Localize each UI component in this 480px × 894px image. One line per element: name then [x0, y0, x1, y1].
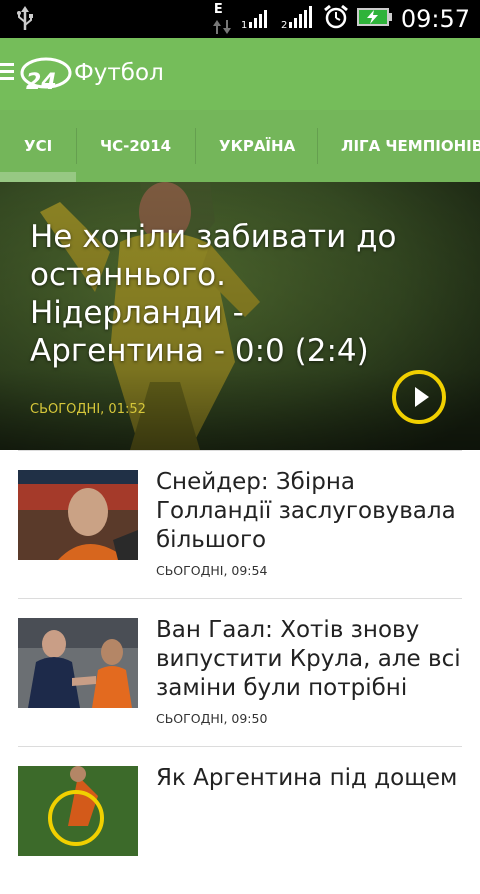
selected-tab-indicator [0, 172, 76, 182]
news-thumbnail [18, 470, 138, 560]
battery-charging-icon [356, 7, 393, 31]
play-video-button[interactable] [392, 370, 446, 424]
tab-divider [317, 128, 318, 164]
usb-icon [14, 6, 36, 36]
network-type-label: E [213, 2, 223, 17]
divider [18, 450, 462, 451]
channel-24-logo[interactable]: 24 [20, 56, 72, 98]
svg-text:2: 2 [281, 20, 287, 28]
news-thumbnail [18, 766, 138, 856]
tab-champions-league[interactable]: ЛІГА ЧЕМПІОНІВ [341, 110, 480, 182]
tab-divider [195, 128, 196, 164]
data-transfer-icon: E [211, 2, 233, 36]
news-headline[interactable]: Ван Гаал: Хотів знову випустити Крула, а… [156, 616, 466, 703]
news-list-item[interactable]: Як Аргентина під дощем [0, 746, 480, 894]
news-timestamp: СЬОГОДНІ, 09:50 [156, 711, 268, 726]
alarm-clock-icon [323, 4, 349, 34]
svg-text:1: 1 [241, 20, 247, 28]
tab-ukraine[interactable]: УКРАЇНА [219, 110, 295, 182]
news-headline[interactable]: Снейдер: Збірна Голландії заслуговувала … [156, 468, 466, 555]
logo-text: 24 [26, 70, 57, 94]
tab-divider [76, 128, 77, 164]
featured-headline[interactable]: Не хотіли забивати до останнього. Нідерл… [30, 218, 410, 370]
divider [18, 746, 462, 747]
tab-world-cup-2014[interactable]: ЧС-2014 [100, 110, 171, 182]
divider [18, 598, 462, 599]
page-title: Футбол [74, 60, 164, 86]
news-timestamp: СЬОГОДНІ, 09:54 [156, 563, 268, 578]
news-headline[interactable]: Як Аргентина під дощем [156, 764, 466, 793]
news-list-item[interactable]: Снейдер: Збірна Голландії заслуговувала … [0, 450, 480, 598]
drawer-menu-icon[interactable] [0, 63, 16, 85]
news-list-item[interactable]: Ван Гаал: Хотів знову випустити Крула, а… [0, 598, 480, 746]
featured-timestamp: СЬОГОДНІ, 01:52 [30, 402, 146, 417]
signal-2-icon: 2 [281, 6, 315, 32]
signal-1-icon: 1 [241, 6, 273, 32]
clock-time: 09:57 [400, 5, 470, 33]
category-tabs: УСІ ЧС-2014 УКРАЇНА ЛІГА ЧЕМПІОНІВ [0, 110, 480, 182]
news-thumbnail [18, 618, 138, 708]
app-bar: 24 Футбол [0, 38, 480, 110]
status-bar: E 1 2 09:57 [0, 0, 480, 38]
featured-story[interactable]: Не хотіли забивати до останнього. Нідерл… [0, 182, 480, 450]
play-icon [415, 387, 429, 407]
